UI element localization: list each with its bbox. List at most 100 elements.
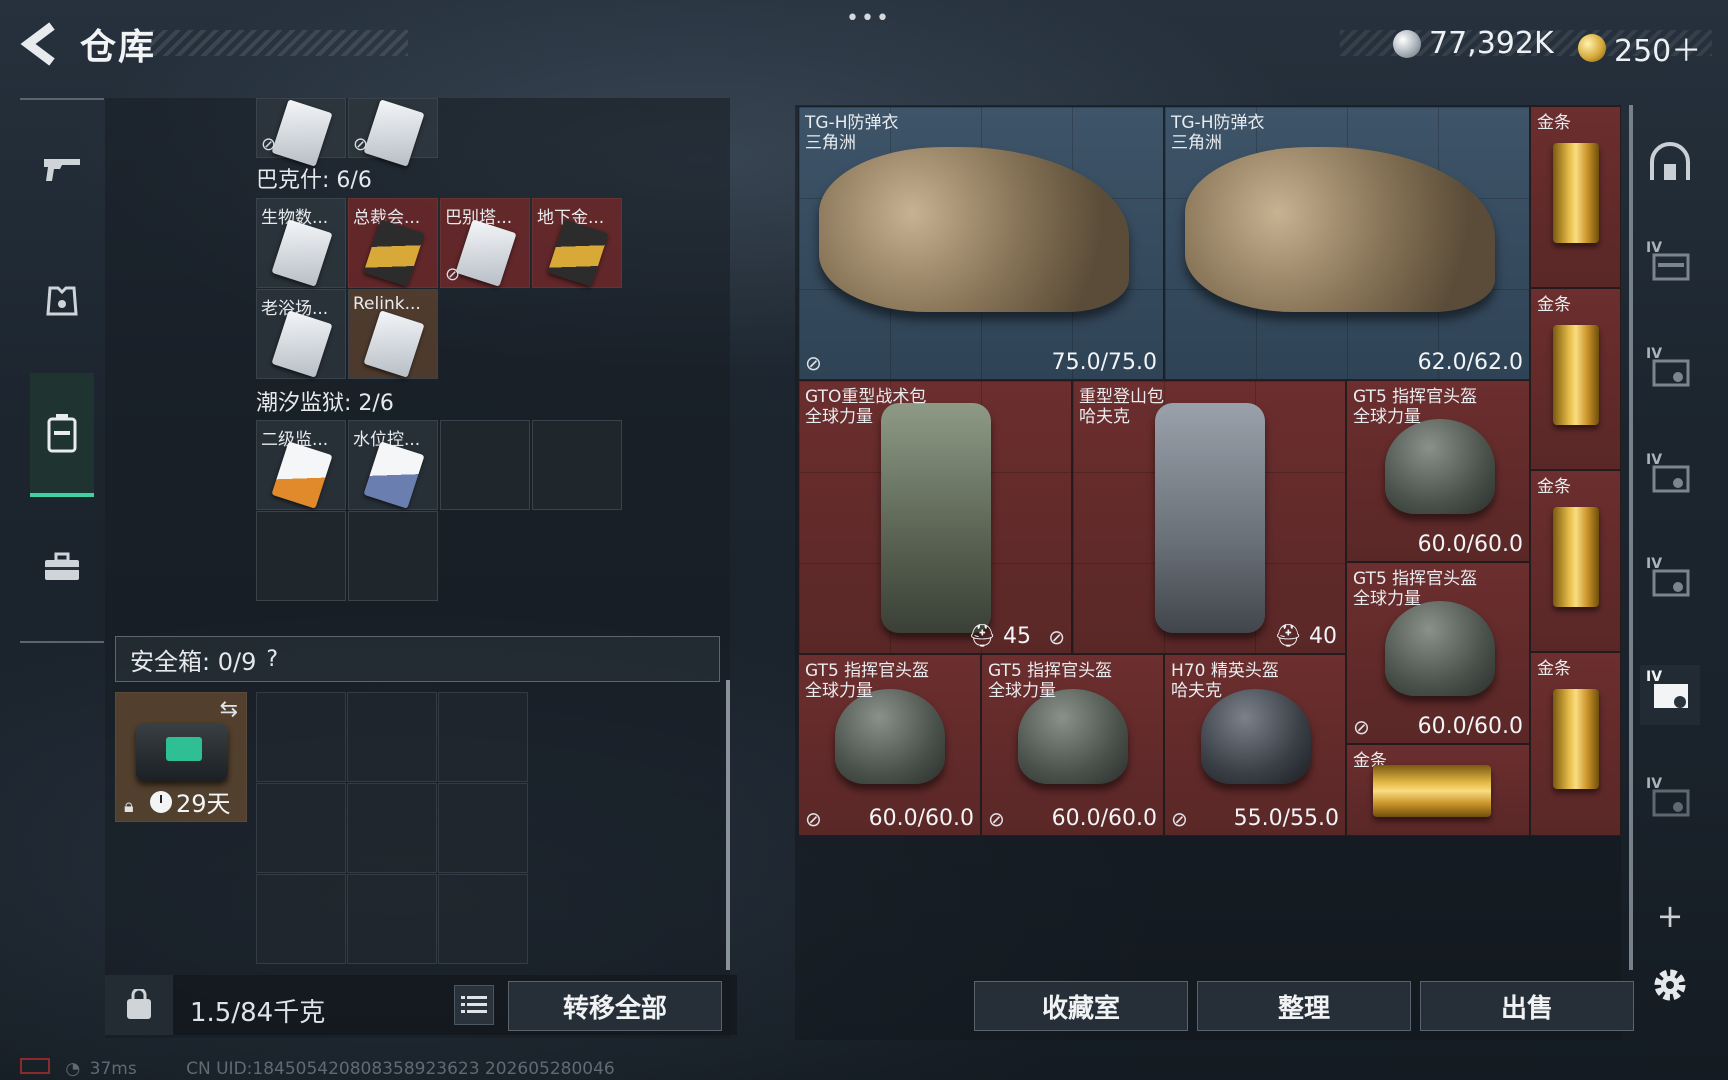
durability: 55.0/55.0: [1233, 806, 1339, 831]
safebox-slot[interactable]: [438, 692, 528, 782]
item-name: GT5 指挥官头盔 全球力量: [1353, 387, 1478, 427]
stash-item-gold[interactable]: 金条: [1530, 288, 1621, 470]
inventory-item[interactable]: 地下金...: [532, 198, 622, 288]
silver-coin-icon: [1393, 29, 1421, 58]
sidebar-storage[interactable]: [30, 373, 94, 497]
safebox-slot[interactable]: [256, 692, 346, 782]
empty-slot[interactable]: [532, 420, 622, 510]
stash-item-gold[interactable]: 金条: [1346, 744, 1530, 836]
right-bar-divider: [1629, 105, 1633, 970]
sidebar-weapons[interactable]: [30, 138, 94, 202]
inventory-item[interactable]: Relink...: [348, 289, 438, 379]
right-bar-stash-6[interactable]: IV: [1640, 772, 1700, 832]
settings-button[interactable]: [1640, 955, 1700, 1015]
transfer-all-button[interactable]: 转移全部: [508, 981, 722, 1031]
stash-item-gold[interactable]: 金条: [1530, 652, 1621, 836]
stash-item-vest[interactable]: TG-H防弹衣 三角洲 ⊘ 75.0/75.0: [798, 106, 1164, 380]
swap-icon[interactable]: ⇆: [220, 697, 238, 722]
empty-slot[interactable]: [440, 420, 530, 510]
wifi-icon: ◔: [65, 1059, 81, 1079]
list-view-button[interactable]: [454, 985, 494, 1025]
item-name: GT5 指挥官头盔 全球力量: [988, 661, 1113, 701]
stash-item-helmet[interactable]: H70 精英头盔 哈夫克 ⊘ 55.0/55.0: [1164, 654, 1346, 836]
stash-item-helmet[interactable]: GT5 指挥官头盔 全球力量 60.0/60.0: [1346, 380, 1530, 562]
inventory-item[interactable]: 生物数...: [256, 198, 346, 288]
add-stash-button[interactable]: +: [1640, 886, 1700, 946]
capacity: ⛑︎ 45: [968, 624, 1031, 649]
item-name: TG-H防弹衣 三角洲: [1171, 113, 1265, 153]
durability: 60.0/60.0: [1051, 806, 1157, 831]
item-name: 金条: [1537, 477, 1571, 497]
no-sell-icon: ⊘: [1048, 625, 1065, 649]
inventory-item[interactable]: 老浴场...: [256, 289, 346, 379]
no-sell-icon: ⊘: [1171, 807, 1188, 831]
inventory-item[interactable]: 总裁会...: [348, 198, 438, 288]
stash-item-gold[interactable]: 金条: [1530, 106, 1621, 288]
item-name: GT5 指挥官头盔 全球力量: [1353, 569, 1478, 609]
gold-bar-image: [1553, 325, 1599, 425]
help-icon[interactable]: ?: [266, 647, 278, 672]
stash-item-helmet[interactable]: GT5 指挥官头盔 全球力量 ⊘ 60.0/60.0: [798, 654, 981, 836]
stash-item-backpack[interactable]: 重型登山包 哈夫克 ⛑︎ 40: [1072, 380, 1346, 654]
safebox-slot[interactable]: [347, 783, 437, 873]
no-sell-icon: ⊘: [805, 807, 822, 831]
gold-currency[interactable]: 250＋: [1578, 26, 1701, 70]
stash-item-helmet[interactable]: GT5 指挥官头盔 全球力量 ⊘ 60.0/60.0: [981, 654, 1164, 836]
keycard-image: [363, 310, 425, 378]
sort-button[interactable]: 整理: [1197, 981, 1411, 1031]
inventory-item-partial[interactable]: ⊘: [348, 98, 438, 167]
safebox-container[interactable]: ⇆ 🔒︎ 29天: [115, 692, 247, 822]
safebox-slot[interactable]: [256, 874, 346, 964]
right-bar-stash-1[interactable]: IV: [1640, 236, 1700, 296]
back-button[interactable]: [18, 18, 62, 70]
toolbox-icon: [45, 552, 79, 580]
safebox-slot[interactable]: [347, 874, 437, 964]
no-sell-icon: ⊘: [353, 134, 369, 155]
durability: 62.0/62.0: [1417, 350, 1523, 375]
gold-bar-image: [1553, 507, 1599, 607]
title-decoration: [150, 30, 408, 56]
collection-room-button[interactable]: 收藏室: [974, 981, 1188, 1031]
right-bar-stash-5-active[interactable]: IV: [1640, 665, 1700, 725]
empty-slot[interactable]: [348, 511, 438, 601]
inventory-scrollbar[interactable]: [726, 680, 730, 970]
stash-item-helmet[interactable]: GT5 指挥官头盔 全球力量 ⊘ 60.0/60.0: [1346, 562, 1530, 744]
level-label: IV: [1646, 240, 1663, 256]
sell-button[interactable]: 出售: [1420, 981, 1634, 1031]
list-icon: [461, 996, 487, 1013]
safebox-slot[interactable]: [347, 692, 437, 782]
weight-lock-button[interactable]: [105, 975, 173, 1035]
empty-slot[interactable]: [256, 511, 346, 601]
keycard-image: [271, 310, 333, 378]
stash-item-backpack[interactable]: GTO重型战术包 全球力量 ⛑︎ 45 ⊘: [798, 380, 1072, 654]
inventory-item[interactable]: 水位控...: [348, 420, 438, 510]
safebox-slot[interactable]: [438, 874, 528, 964]
safebox-header: 安全箱: 0/9 ?: [115, 636, 720, 682]
item-name: 重型登山包 哈夫克: [1079, 387, 1164, 427]
safebox-timer: 29天: [150, 784, 231, 819]
timer-text: 29天: [176, 790, 231, 818]
inventory-item-partial[interactable]: ⊘: [256, 98, 346, 167]
right-bar-stash-4[interactable]: IV: [1640, 552, 1700, 612]
section-label-bakesh: 巴克什: 6/6: [256, 168, 372, 193]
stash-item-gold[interactable]: 金条: [1530, 470, 1621, 652]
gold-coin-icon: [1578, 34, 1606, 62]
level-label: IV: [1646, 776, 1663, 792]
stash-item-vest[interactable]: TG-H防弹衣 三角洲 62.0/62.0: [1164, 106, 1530, 380]
inventory-item[interactable]: 巴别塔... ⊘: [440, 198, 530, 288]
lock-icon: 🔒︎: [124, 796, 134, 817]
right-bar-stash-2[interactable]: IV: [1640, 342, 1700, 402]
right-bar-dome[interactable]: [1640, 132, 1700, 192]
safebox-slot[interactable]: [256, 783, 346, 873]
right-bar-stash-3[interactable]: IV: [1640, 448, 1700, 508]
inventory-item[interactable]: 二级监...: [256, 420, 346, 510]
more-menu-button[interactable]: •••: [846, 6, 891, 31]
sidebar-toolbox[interactable]: [30, 535, 94, 599]
silver-currency: 77,392K: [1393, 26, 1554, 61]
safebox-slot[interactable]: [438, 783, 528, 873]
gold-bar-image: [1373, 765, 1491, 817]
sidebar-equipment[interactable]: [30, 270, 94, 334]
keycard-image: [271, 99, 333, 167]
armor-icon: [46, 286, 78, 316]
item-name: 金条: [1537, 113, 1571, 133]
